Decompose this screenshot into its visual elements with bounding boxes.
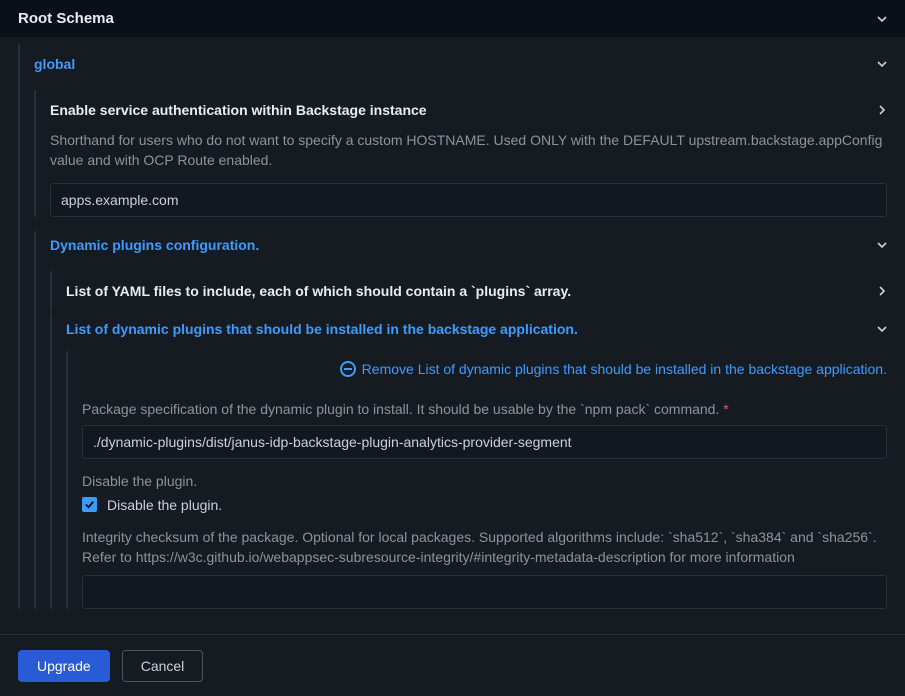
global-title: global	[34, 56, 75, 72]
disable-checkbox-label: Disable the plugin.	[107, 497, 222, 513]
dynamic-heading: Dynamic plugins configuration.	[50, 237, 259, 253]
plugins-section: List of dynamic plugins that should be i…	[50, 313, 887, 610]
auth-heading: Enable service authentication within Bac…	[50, 102, 427, 118]
global-section: global Enable service authentication wit…	[18, 44, 887, 609]
hostname-input[interactable]	[50, 183, 887, 217]
minus-circle-icon	[340, 361, 356, 377]
cancel-button[interactable]: Cancel	[122, 650, 204, 682]
auth-desc: Shorthand for users who do not want to s…	[50, 130, 887, 171]
plugins-header[interactable]: List of dynamic plugins that should be i…	[66, 313, 887, 345]
upgrade-button[interactable]: Upgrade	[18, 650, 110, 682]
auth-header[interactable]: Enable service authentication within Bac…	[50, 90, 887, 130]
chevron-down-icon[interactable]	[877, 59, 887, 69]
chevron-down-icon[interactable]	[877, 324, 887, 334]
root-schema-header[interactable]: Root Schema	[0, 0, 905, 37]
plugin-item: Remove List of dynamic plugins that shou…	[66, 351, 887, 610]
remove-text: Remove List of dynamic plugins that shou…	[362, 361, 887, 377]
chevron-right-icon[interactable]	[877, 286, 887, 296]
chevron-down-icon[interactable]	[877, 240, 887, 250]
yaml-header[interactable]: List of YAML files to include, each of w…	[66, 271, 887, 311]
root-title: Root Schema	[18, 10, 114, 27]
footer: Upgrade Cancel	[0, 634, 905, 696]
chevron-right-icon[interactable]	[877, 105, 887, 115]
global-header[interactable]: global	[34, 44, 887, 84]
dynamic-header[interactable]: Dynamic plugins configuration.	[50, 231, 887, 265]
integrity-input[interactable]	[82, 575, 887, 609]
disable-checkbox[interactable]	[82, 497, 97, 512]
content-area: global Enable service authentication wit…	[0, 38, 905, 634]
yaml-heading: List of YAML files to include, each of w…	[66, 283, 571, 299]
package-label: Package specification of the dynamic plu…	[82, 401, 887, 417]
package-input[interactable]	[82, 425, 887, 459]
dynamic-section: Dynamic plugins configuration. List of Y…	[34, 231, 887, 610]
disable-checkbox-row: Disable the plugin.	[82, 497, 887, 513]
required-marker: *	[723, 401, 728, 417]
disable-label: Disable the plugin.	[82, 473, 887, 489]
plugins-heading: List of dynamic plugins that should be i…	[66, 321, 578, 337]
integrity-label: Integrity checksum of the package. Optio…	[82, 527, 887, 568]
remove-plugin-button[interactable]: Remove List of dynamic plugins that shou…	[82, 351, 887, 387]
chevron-down-icon[interactable]	[877, 14, 887, 24]
yaml-section: List of YAML files to include, each of w…	[50, 271, 887, 311]
auth-section: Enable service authentication within Bac…	[34, 90, 887, 217]
